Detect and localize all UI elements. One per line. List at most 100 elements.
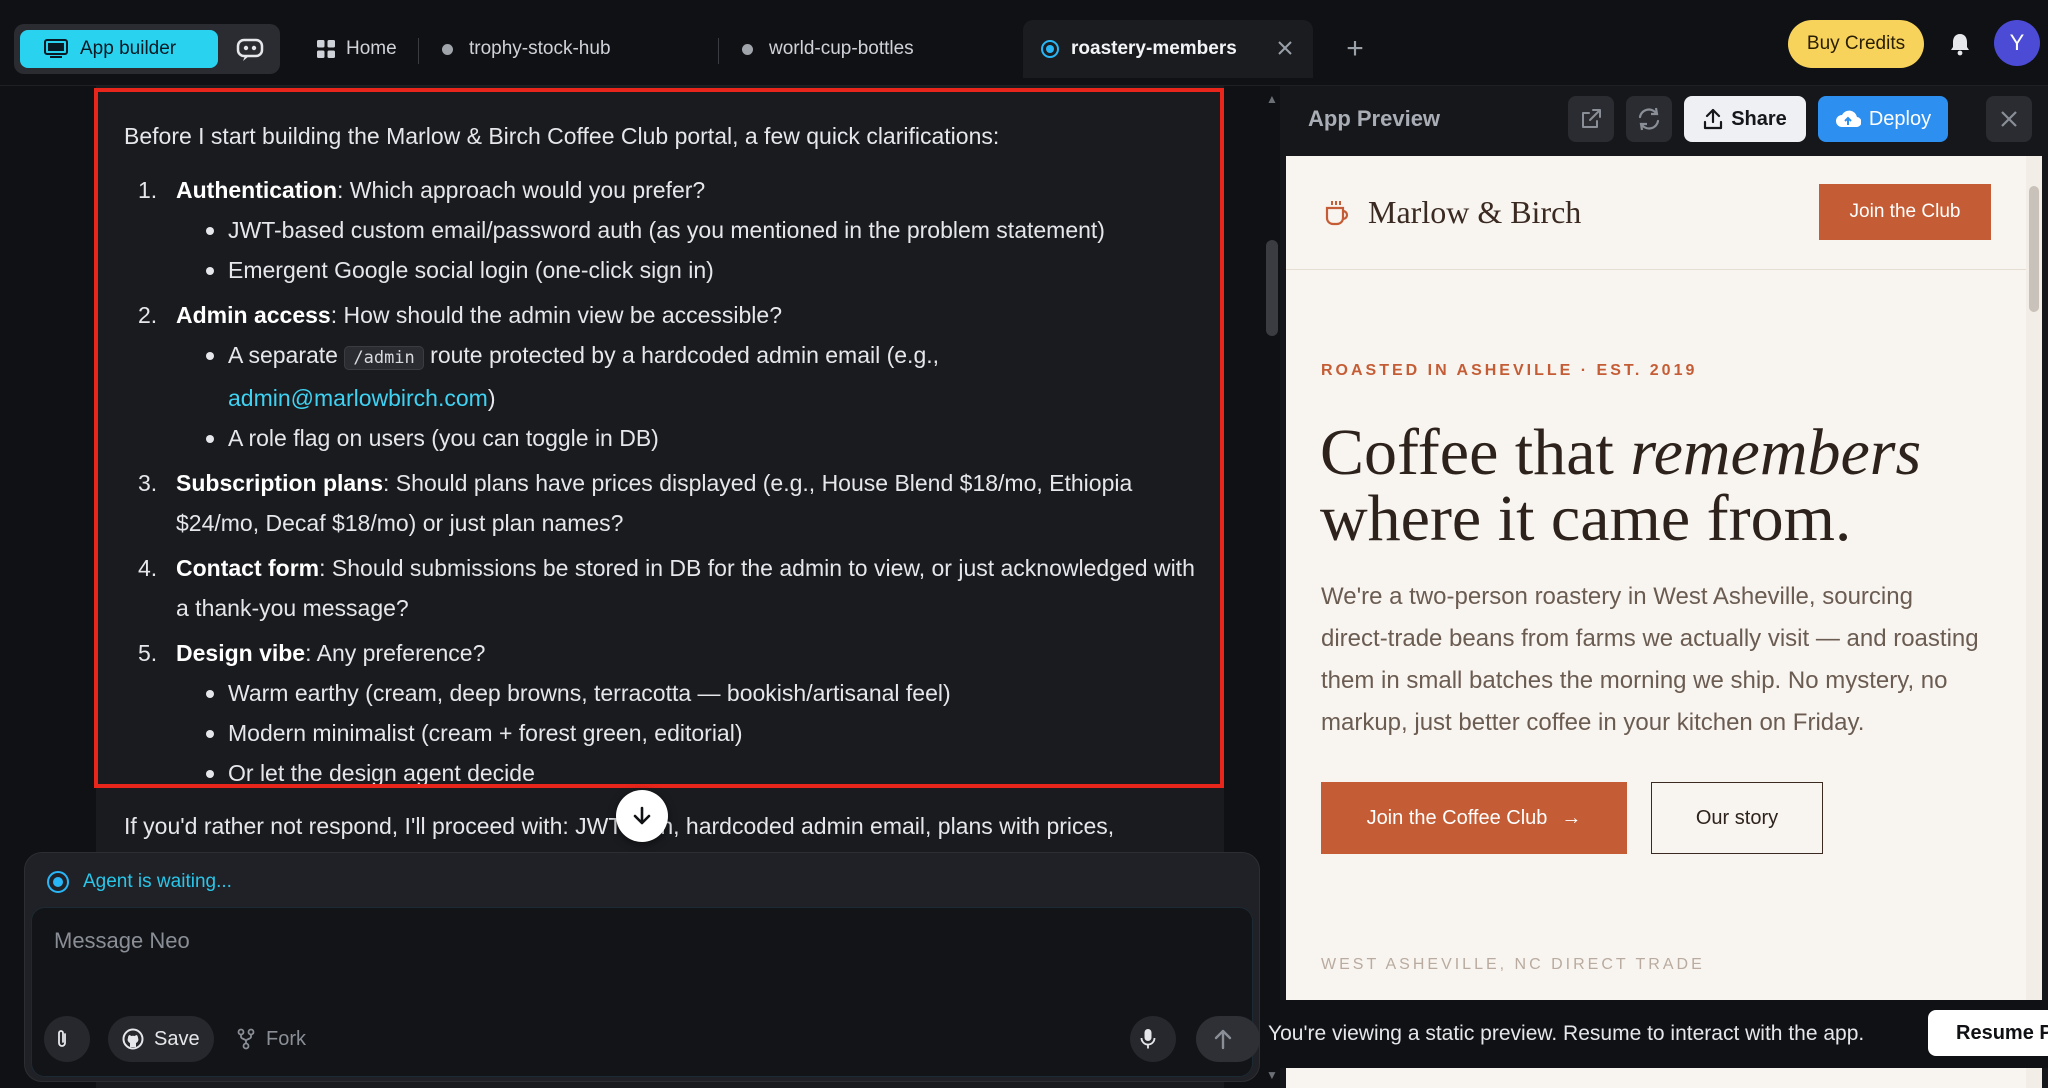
preview-site: Marlow & Birch Join the Club ROASTED IN …: [1286, 156, 2032, 1088]
avatar[interactable]: Y: [1994, 20, 2040, 66]
scrollbar-thumb[interactable]: [1266, 240, 1278, 336]
tab-label: roastery-members: [1071, 38, 1237, 59]
fork-icon: [237, 1028, 255, 1050]
chat-scrollbar[interactable]: ▲ ▼: [1264, 86, 1280, 1088]
email-link[interactable]: admin@marlowbirch.com: [228, 385, 488, 411]
refresh-button[interactable]: [1626, 96, 1672, 142]
question-text: : Any preference?: [305, 640, 486, 666]
tab-trophy-stock-hub[interactable]: trophy-stock-hub: [442, 24, 611, 74]
options-list: JWT-based custom email/password auth (as…: [176, 210, 1196, 290]
tab-home[interactable]: Home: [316, 24, 397, 74]
hero-eyebrow: ROASTED IN ASHEVILLE · EST. 2019: [1321, 362, 1698, 379]
scrollbar-thumb[interactable]: [2029, 186, 2039, 312]
arrow-down-icon: [633, 806, 651, 825]
cloud-upload-icon: [1835, 110, 1861, 128]
close-preview-button[interactable]: [1986, 96, 2032, 142]
tab-divider: [718, 38, 719, 64]
brand-name: Marlow & Birch: [1368, 194, 1582, 230]
option-item: A role flag on users (you can toggle in …: [176, 418, 1196, 458]
scroll-to-bottom-button[interactable]: [616, 790, 668, 842]
question-number: 4.: [138, 555, 158, 581]
live-status-icon: [1041, 40, 1059, 58]
share-label: Share: [1731, 107, 1787, 130]
notifications-button[interactable]: [1940, 24, 1980, 64]
deploy-button[interactable]: Deploy: [1818, 96, 1948, 142]
cta-primary-label: Join the Coffee Club: [1366, 806, 1548, 829]
question-title: Design vibe: [176, 640, 306, 666]
question-title: Subscription plans: [176, 470, 384, 496]
question-title: Contact form: [176, 555, 320, 581]
question-title: Admin access: [176, 302, 331, 328]
open-external-button[interactable]: [1568, 96, 1614, 142]
deploy-label: Deploy: [1868, 107, 1932, 130]
option-item: JWT-based custom email/password auth (as…: [176, 210, 1196, 250]
question-number: 2.: [138, 302, 158, 328]
save-label: Save: [154, 1027, 200, 1050]
question-title: Authentication: [176, 177, 337, 203]
hero-title-italic: remembers: [1630, 416, 1922, 489]
close-tab-icon[interactable]: [1275, 38, 1295, 58]
question-item: 1. Authentication: Which approach would …: [124, 170, 1196, 290]
add-tab-button[interactable]: +: [1340, 34, 1370, 64]
resume-preview-button[interactable]: Resume Preview: [1928, 1010, 2048, 1056]
top-bar: App builder Home trophy-stock-hub world-…: [0, 0, 2048, 86]
option-text: A separate: [228, 342, 345, 368]
option-text: ): [487, 385, 496, 411]
site-brand[interactable]: Marlow & Birch: [1322, 194, 1581, 231]
tab-world-cup-bottles[interactable]: world-cup-bottles: [742, 24, 914, 74]
chat-panel: Before I start building the Marlow & Bir…: [0, 86, 1280, 1088]
our-story-button[interactable]: Our story: [1651, 782, 1823, 854]
message-input[interactable]: Message Neo Save Fork: [31, 907, 1260, 1077]
bell-icon: [1951, 34, 1969, 56]
mode-switch: App builder: [14, 24, 280, 74]
join-coffee-club-button[interactable]: Join the Coffee Club →: [1321, 782, 1627, 854]
tab-roastery-members[interactable]: roastery-members: [1023, 20, 1313, 78]
buy-credits-button[interactable]: Buy Credits: [1788, 20, 1924, 68]
paperclip-icon: [58, 1030, 66, 1047]
app-preview-panel: App Preview Share Deploy Marlow & Birch …: [1280, 86, 2048, 1088]
app-builder-label: App builder: [80, 38, 177, 59]
tab-label: trophy-stock-hub: [469, 38, 611, 59]
status-indicator-icon: [47, 871, 69, 893]
microphone-icon: [1140, 1029, 1156, 1049]
composer: Agent is waiting... Message Neo Save For…: [24, 852, 1260, 1082]
static-preview-banner: You're viewing a static preview. Resume …: [1268, 1000, 2048, 1068]
app-builder-button[interactable]: App builder: [20, 30, 218, 68]
agent-mode-button[interactable]: [232, 35, 268, 63]
scroll-down-icon[interactable]: ▼: [1266, 1068, 1278, 1082]
hero-title-text: Coffee that: [1320, 416, 1631, 489]
coffee-cup-icon: [1325, 200, 1349, 225]
join-club-button[interactable]: Join the Club: [1819, 184, 1991, 240]
tab-status-dot: [442, 43, 453, 55]
attach-button[interactable]: [44, 1016, 90, 1062]
fallback-text: If you'd rather not respond, I'll procee…: [124, 813, 1115, 839]
site-nav: Marlow & Birch Join the Club: [1286, 156, 2032, 270]
message-intro: Before I start building the Marlow & Bir…: [124, 123, 1000, 149]
tab-home-label: Home: [346, 38, 397, 59]
github-icon: [122, 1028, 144, 1050]
option-item: A separate /admin route protected by a h…: [176, 335, 1196, 418]
agent-status: Agent is waiting...: [47, 871, 232, 893]
question-item: 5. Design vibe: Any preference? Warm ear…: [124, 633, 1196, 793]
question-number: 5.: [138, 640, 158, 666]
preview-scrollbar[interactable]: [2026, 156, 2042, 1088]
monitor-icon: [44, 39, 68, 58]
external-link-icon: [1582, 109, 1601, 128]
question-text: : How should the admin view be accessibl…: [330, 302, 782, 328]
options-list: Warm earthy (cream, deep browns, terraco…: [176, 673, 1196, 793]
question-text: : Which approach would you prefer?: [337, 177, 706, 203]
save-to-github-button[interactable]: Save: [108, 1016, 214, 1062]
voice-input-button[interactable]: [1130, 1016, 1176, 1062]
question-number: 1.: [138, 177, 158, 203]
scroll-up-icon[interactable]: ▲: [1266, 92, 1278, 106]
message-placeholder: Message Neo: [54, 928, 190, 953]
preview-header: App Preview Share Deploy: [1280, 86, 2048, 154]
send-button[interactable]: [1196, 1016, 1260, 1062]
hero-title: Coffee that remembers where it came from…: [1320, 420, 1980, 552]
hero-title-text: where it came from.: [1320, 482, 1852, 555]
question-item: 4. Contact form: Should submissions be s…: [124, 548, 1196, 628]
tab-divider: [418, 38, 419, 64]
upload-icon: [1704, 108, 1723, 130]
share-button[interactable]: Share: [1684, 96, 1806, 142]
fork-button[interactable]: Fork: [222, 1016, 320, 1062]
